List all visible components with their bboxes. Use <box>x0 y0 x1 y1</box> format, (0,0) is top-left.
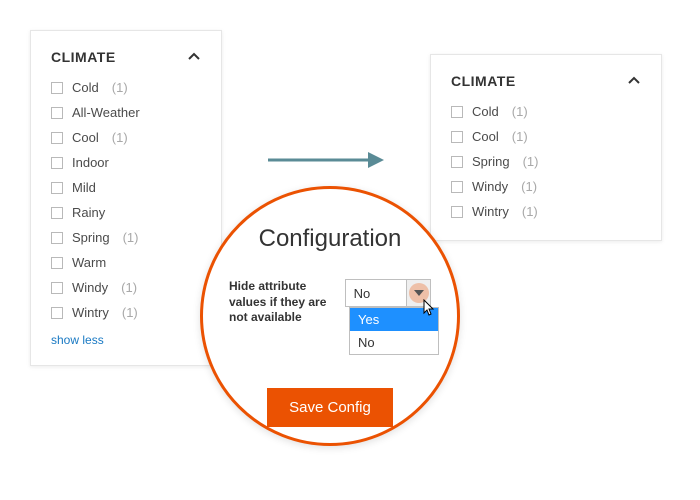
config-title: Configuration <box>259 225 402 253</box>
filter-item[interactable]: Cold(1) <box>451 99 641 124</box>
save-config-button[interactable]: Save Config <box>267 388 393 427</box>
count-badge: (1) <box>523 154 539 169</box>
select-value: No <box>346 280 406 306</box>
count-badge: (1) <box>112 80 128 95</box>
count-badge: (1) <box>512 104 528 119</box>
panel-header[interactable]: CLIMATE <box>51 49 201 75</box>
panel-title: CLIMATE <box>51 49 116 65</box>
filter-item[interactable]: Windy(1) <box>451 174 641 199</box>
filter-item[interactable]: Wintry(1) <box>451 199 641 224</box>
checkbox-icon[interactable] <box>51 257 63 269</box>
select-option[interactable]: No <box>350 331 438 354</box>
cursor-icon <box>421 299 437 324</box>
filter-list-right: Cold(1) Cool(1) Spring(1) Windy(1) Wintr… <box>451 99 641 224</box>
chevron-up-icon <box>627 74 641 88</box>
filter-item[interactable]: Cold(1) <box>51 75 201 100</box>
filter-item[interactable]: Cool(1) <box>51 125 201 150</box>
checkbox-icon[interactable] <box>451 131 463 143</box>
checkbox-icon[interactable] <box>51 157 63 169</box>
count-badge: (1) <box>512 129 528 144</box>
panel-title: CLIMATE <box>451 73 516 89</box>
count-badge: (1) <box>121 280 137 295</box>
checkbox-icon[interactable] <box>51 282 63 294</box>
filter-item[interactable]: Indoor <box>51 150 201 175</box>
checkbox-icon[interactable] <box>51 132 63 144</box>
count-badge: (1) <box>122 305 138 320</box>
chevron-up-icon <box>187 50 201 64</box>
filter-item[interactable]: Mild <box>51 175 201 200</box>
filter-item[interactable]: Cool(1) <box>451 124 641 149</box>
count-badge: (1) <box>112 130 128 145</box>
show-less-link[interactable]: show less <box>51 333 104 347</box>
checkbox-icon[interactable] <box>451 156 463 168</box>
configuration-callout: Configuration Hide attribute values if t… <box>200 186 460 446</box>
checkbox-icon[interactable] <box>51 232 63 244</box>
filter-item[interactable]: All-Weather <box>51 100 201 125</box>
panel-header[interactable]: CLIMATE <box>451 73 641 99</box>
filter-list-left: Cold(1) All-Weather Cool(1) Indoor Mild … <box>51 75 201 325</box>
filter-item[interactable]: Warm <box>51 250 201 275</box>
filter-item[interactable]: Spring(1) <box>51 225 201 250</box>
count-badge: (1) <box>521 179 537 194</box>
checkbox-icon[interactable] <box>451 181 463 193</box>
checkbox-icon[interactable] <box>51 182 63 194</box>
config-field-row: Hide attribute values if they are not av… <box>203 279 457 326</box>
count-badge: (1) <box>522 204 538 219</box>
checkbox-icon[interactable] <box>451 106 463 118</box>
filter-item[interactable]: Rainy <box>51 200 201 225</box>
checkbox-icon[interactable] <box>51 307 63 319</box>
checkbox-icon[interactable] <box>51 207 63 219</box>
hide-values-select[interactable]: No <box>345 279 431 307</box>
filter-item[interactable]: Windy(1) <box>51 275 201 300</box>
filter-item[interactable]: Wintry(1) <box>51 300 201 325</box>
checkbox-icon[interactable] <box>51 107 63 119</box>
climate-filter-panel-before: CLIMATE Cold(1) All-Weather Cool(1) Indo… <box>30 30 222 366</box>
climate-filter-panel-after: CLIMATE Cold(1) Cool(1) Spring(1) Windy(… <box>430 54 662 241</box>
arrow-right-icon <box>268 150 388 170</box>
checkbox-icon[interactable] <box>451 206 463 218</box>
checkbox-icon[interactable] <box>51 82 63 94</box>
count-badge: (1) <box>123 230 139 245</box>
filter-item[interactable]: Spring(1) <box>451 149 641 174</box>
config-field-label: Hide attribute values if they are not av… <box>229 279 335 326</box>
